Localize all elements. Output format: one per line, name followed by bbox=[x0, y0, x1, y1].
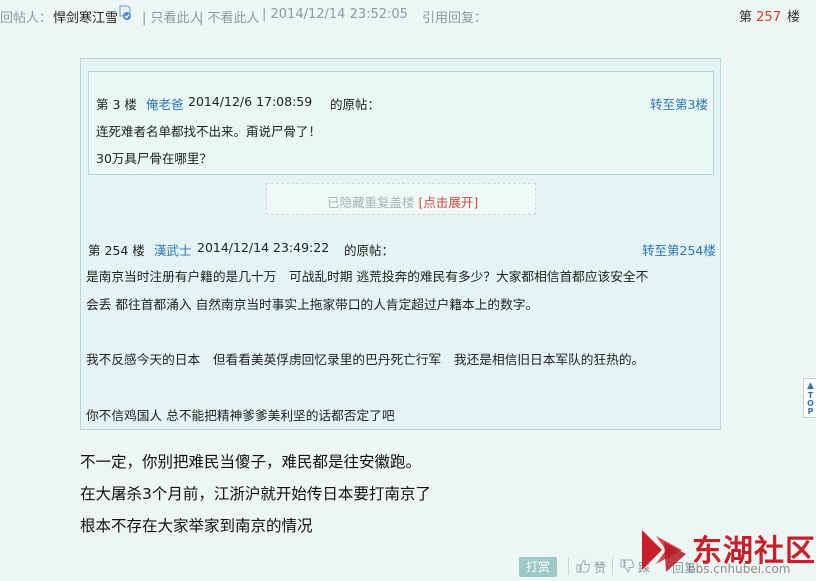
hidden-floors-text: 已隐藏重复盖楼 bbox=[327, 195, 415, 210]
inner-quote-floor: 第 3 楼 bbox=[96, 97, 137, 112]
jump-to-floor-3-link[interactable]: 转至第3楼 bbox=[650, 94, 708, 113]
verified-icon bbox=[119, 5, 131, 20]
hide-this-user-link[interactable]: | 不看此人 bbox=[199, 7, 260, 26]
reply-author-label: 回帖人： bbox=[0, 11, 53, 26]
post-body-line: 根本不存在大家举家到南京的情况 bbox=[80, 517, 313, 535]
hidden-floors-notice: 已隐藏重复盖楼 [点击展开] bbox=[266, 183, 536, 215]
post-timestamp: | 2014/12/14 23:52:05 bbox=[262, 7, 408, 22]
top-button-label: TOP bbox=[806, 391, 815, 415]
jump-to-floor-254-link[interactable]: 转至第254楼 bbox=[642, 240, 716, 259]
back-to-top-button[interactable]: ▲ TOP bbox=[803, 378, 816, 418]
inner-quote-line: 30万具尸骨在哪里？ bbox=[96, 151, 212, 166]
floor-number: 第 257 楼 bbox=[739, 10, 800, 25]
outer-quote-line: 你不信鸡国人 总不能把精神爹爹美利坚的话都否定了吧 bbox=[86, 408, 395, 423]
watermark-site: bbs.cnhubei.com bbox=[688, 562, 791, 576]
inner-quote-suffix: 的原帖： bbox=[330, 97, 381, 112]
thumbs-up-icon[interactable] bbox=[576, 559, 590, 573]
quote-reply-link[interactable]: 引用回复： bbox=[422, 7, 487, 26]
outer-quote-line: 我不反感今天的日本 但看看美英俘虏回忆录里的巴丹死亡行军 我还是相信旧日本军队的… bbox=[86, 352, 645, 367]
author-name[interactable]: 悍剑寒江雪 bbox=[53, 7, 118, 26]
action-separator bbox=[568, 557, 569, 575]
outer-quote-author[interactable]: 漢武士 bbox=[154, 240, 192, 259]
expand-link[interactable]: [点击展开] bbox=[419, 195, 479, 210]
post-body-line: 不一定，你别把难民当傻子，难民都是往安徽跑。 bbox=[80, 453, 422, 471]
only-this-user-link[interactable]: | 只看此人 bbox=[142, 7, 203, 26]
outer-quote-line: 会丢 都往首都涌入 自然南京当时事实上拖家带口的人肯定超过户籍本上的数字。 bbox=[86, 297, 539, 312]
outer-quote-line: 是南京当时注册有户籍的是几十万 可战乱时期 逃荒投奔的难民有多少？大家都相信首都… bbox=[86, 269, 649, 284]
post-header: 回帖人： 悍剑寒江雪 | 只看此人 | 不看此人 | 2014/12/14 23… bbox=[0, 0, 816, 30]
outer-quote-suffix: 的原帖： bbox=[344, 243, 395, 258]
outer-quote-time: 2014/12/14 23:49:22 bbox=[197, 240, 330, 255]
site-watermark: 东湖社区 bbs.cnhubei.com bbox=[630, 520, 816, 581]
post-body-line: 在大屠杀3个月前，江浙沪就开始传日本要打南京了 bbox=[80, 485, 431, 503]
like-button[interactable]: 赞 bbox=[594, 559, 606, 576]
inner-quote-line: 连死难者名单都找不出来。甭说尸骨了！ bbox=[96, 124, 322, 139]
site-logo-icon bbox=[642, 530, 686, 572]
inner-quote-author[interactable]: 俺老爸 bbox=[146, 94, 184, 113]
action-separator bbox=[612, 557, 613, 575]
floor-number-value: 257 bbox=[756, 10, 781, 25]
reward-button[interactable]: 打赏 bbox=[519, 557, 557, 577]
outer-quote-floor: 第 254 楼 bbox=[88, 243, 145, 258]
up-arrow-icon: ▲ bbox=[807, 381, 814, 391]
inner-quote-time: 2014/12/6 17:08:59 bbox=[188, 94, 313, 109]
